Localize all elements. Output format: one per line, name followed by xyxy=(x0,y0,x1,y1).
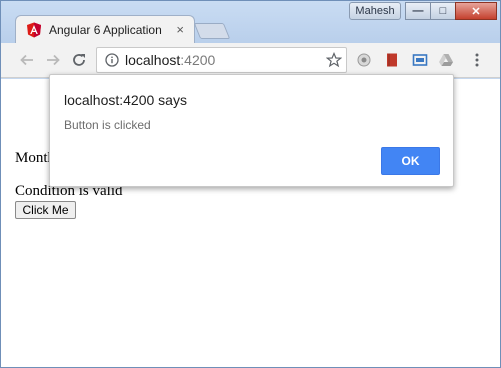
maximize-button[interactable]: □ xyxy=(430,2,456,20)
title-bar: Mahesh — □ ✕ Angular 6 Application × xyxy=(1,1,500,44)
window-controls: — □ ✕ xyxy=(405,2,497,20)
alert-title: localhost:4200 says xyxy=(64,92,187,108)
alert-dialog: localhost:4200 says Button is clicked OK xyxy=(49,74,454,187)
tab-close-icon[interactable]: × xyxy=(176,22,184,37)
kebab-menu-icon[interactable] xyxy=(469,52,485,68)
alert-message: Button is clicked xyxy=(64,118,151,132)
url-port: :4200 xyxy=(180,52,216,68)
back-arrow-icon[interactable] xyxy=(19,52,35,68)
url-host: localhost xyxy=(125,52,181,68)
tab-angular-application[interactable]: Angular 6 Application × xyxy=(15,15,195,44)
new-tab-button[interactable] xyxy=(193,23,231,39)
profile-badge[interactable]: Mahesh xyxy=(349,2,401,20)
forward-arrow-icon[interactable] xyxy=(45,52,61,68)
browser-window: Mahesh — □ ✕ Angular 6 Application × loc… xyxy=(0,0,501,368)
extension-cast-icon[interactable] xyxy=(412,52,428,68)
extension-drive-icon[interactable] xyxy=(438,52,454,68)
reload-icon[interactable] xyxy=(71,52,87,68)
browser-toolbar: localhost:4200 xyxy=(1,43,500,78)
angular-icon xyxy=(27,22,41,38)
ok-button[interactable]: OK xyxy=(381,147,440,175)
close-window-button[interactable]: ✕ xyxy=(455,2,497,20)
star-icon[interactable] xyxy=(326,52,342,68)
extension-circle-icon[interactable] xyxy=(356,52,372,68)
address-bar[interactable]: localhost:4200 xyxy=(96,47,347,73)
click-me-button[interactable]: Click Me xyxy=(15,201,76,219)
minimize-button[interactable]: — xyxy=(405,2,431,20)
tab-title: Angular 6 Application xyxy=(49,23,162,37)
info-icon[interactable] xyxy=(105,53,119,67)
extension-book-icon[interactable] xyxy=(384,52,400,68)
url-text: localhost:4200 xyxy=(125,52,215,68)
